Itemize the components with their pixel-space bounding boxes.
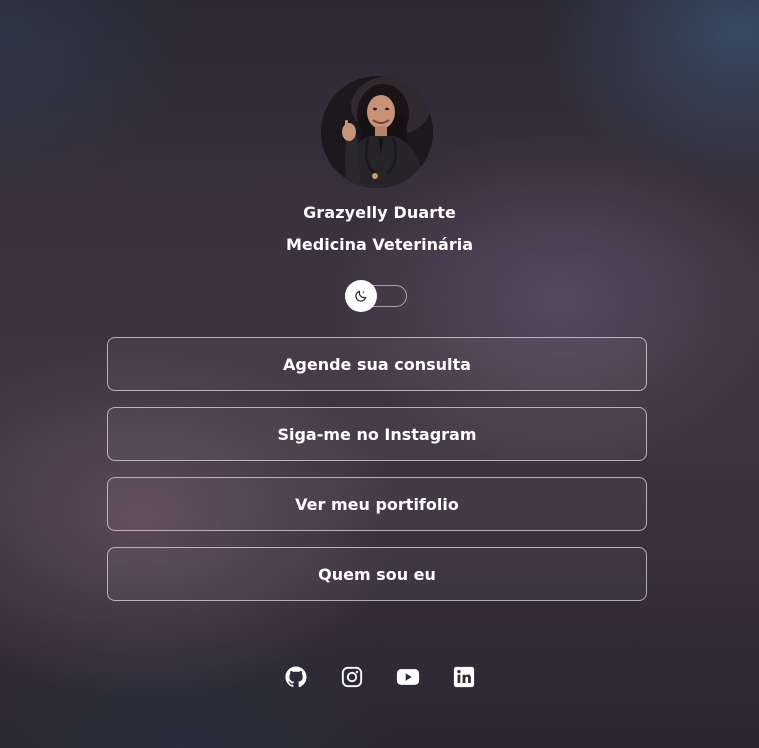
instagram-icon <box>341 666 362 688</box>
github-icon <box>284 666 307 688</box>
link-button-portfolio[interactable]: Ver meu portifolio <box>107 477 647 531</box>
github-link[interactable] <box>284 665 308 689</box>
social-links <box>0 665 759 689</box>
linkedin-link[interactable] <box>452 665 476 689</box>
link-button-instagram[interactable]: Siga-me no Instagram <box>107 407 647 461</box>
profile-role: Medicina Veterinária <box>285 235 474 254</box>
link-list: Agende sua consulta Siga-me no Instagram… <box>107 337 647 617</box>
linkedin-icon <box>453 666 474 688</box>
link-label: Agende sua consulta <box>283 354 471 374</box>
avatar <box>321 76 433 188</box>
profile-page: Grazyelly Duarte Medicina Veterinária Ag… <box>0 0 759 748</box>
youtube-icon <box>396 669 419 685</box>
instagram-link[interactable] <box>340 665 364 689</box>
link-button-about[interactable]: Quem sou eu <box>107 547 647 601</box>
youtube-link[interactable] <box>396 665 420 689</box>
profile-photo <box>321 76 433 188</box>
link-button-schedule[interactable]: Agende sua consulta <box>107 337 647 391</box>
toggle-knob[interactable] <box>345 280 377 312</box>
profile-name: Grazyelly Duarte <box>303 203 456 222</box>
link-label: Siga-me no Instagram <box>277 424 477 444</box>
moon-icon <box>355 290 367 302</box>
link-label: Quem sou eu <box>318 564 436 584</box>
theme-toggle[interactable] <box>345 280 407 312</box>
link-label: Ver meu portifolio <box>295 494 459 514</box>
